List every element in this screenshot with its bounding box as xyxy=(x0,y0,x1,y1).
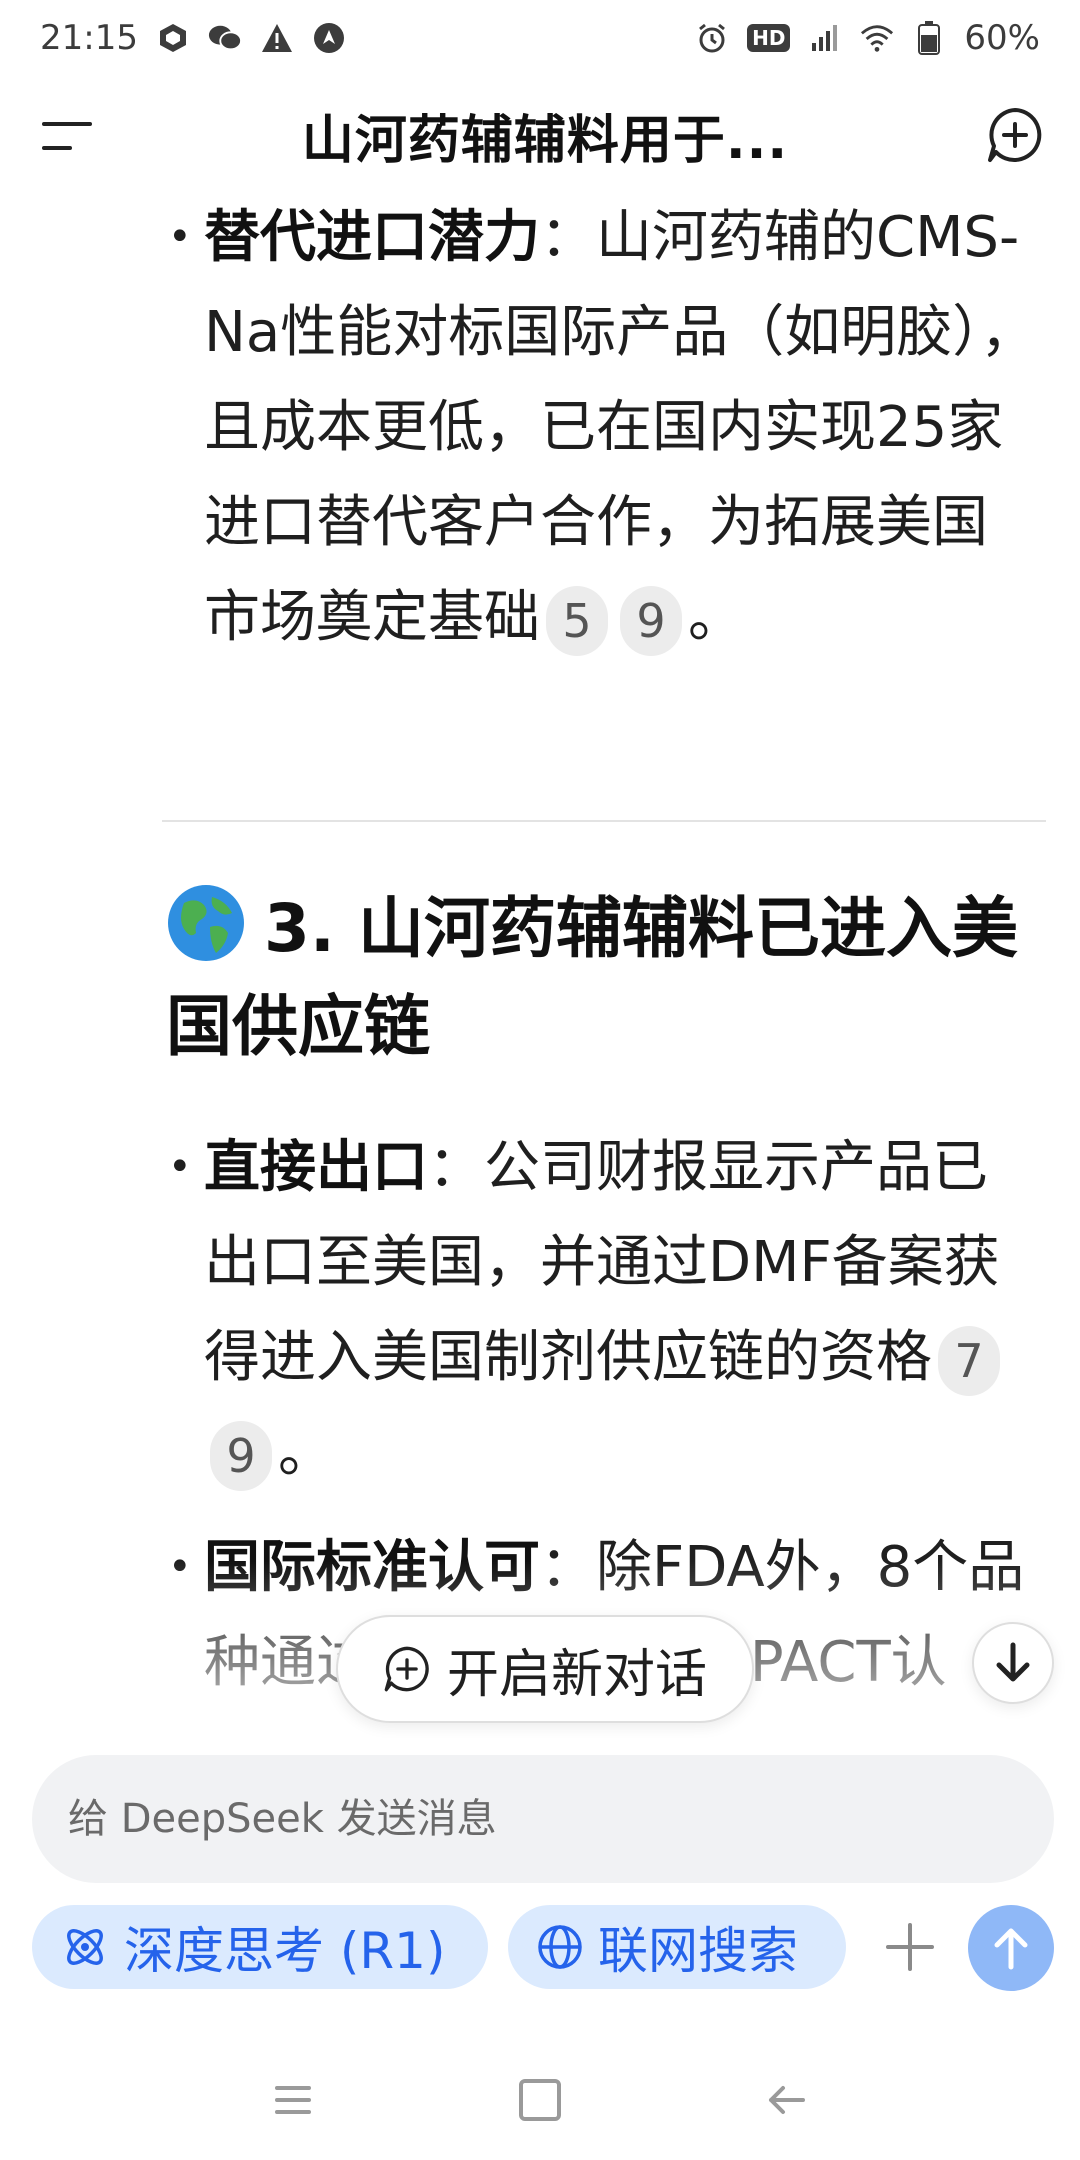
status-right: HD 60% xyxy=(695,18,1040,58)
bullet-dot: • xyxy=(168,1144,192,1190)
web-search-label: 联网搜索 xyxy=(598,1922,798,1980)
navigation-app-icon xyxy=(312,21,346,55)
battery-icon xyxy=(912,21,946,55)
citation-badge[interactable]: 7 xyxy=(938,1325,1000,1396)
app-notification-icon xyxy=(156,21,190,55)
scroll-to-bottom-button[interactable] xyxy=(972,1622,1054,1704)
section-heading: 3. 山河药辅辅料已进入美国供应链 xyxy=(166,880,1046,1076)
plus-icon xyxy=(886,1923,934,1971)
chat-content: • 替代进口潜力：山河药辅的CMS-Na性能对标国际产品（如明胶），且成本更低，… xyxy=(0,190,1080,1750)
message-input-container xyxy=(32,1755,1054,1883)
atom-icon xyxy=(67,1929,103,1965)
status-left: 21:15 xyxy=(40,18,346,58)
input-toolbar: 深度思考 (R1) 联网搜索 xyxy=(0,1905,1080,2005)
bullet-dot: • xyxy=(168,214,192,260)
list-item-text: 山河药辅的CMS-Na性能对标国际产品（如明胶），且成本更低，已在国内实现25家… xyxy=(204,205,1037,650)
new-chat-pill-button[interactable]: 开启新对话 xyxy=(336,1615,754,1723)
deep-think-toggle[interactable]: 深度思考 (R1) xyxy=(32,1905,488,1989)
new-chat-icon xyxy=(987,108,1042,162)
list-item: • 直接出口：公司财报显示产品已出口至美国，并通过DMF备案获得进入美国制剂供应… xyxy=(0,1120,1080,1500)
list-item-title: 国际标准认可 xyxy=(204,1535,540,1600)
recent-apps-icon xyxy=(275,2086,312,2114)
divider xyxy=(162,820,1046,822)
system-nav-bar xyxy=(0,2040,1080,2160)
home-icon xyxy=(518,2079,561,2121)
list-item-separator: ： xyxy=(540,205,596,270)
battery-level: 60% xyxy=(964,18,1040,58)
new-chat-button[interactable] xyxy=(980,100,1050,170)
app-header: 山河药辅辅料用于... xyxy=(0,80,1080,190)
hd-badge: HD xyxy=(747,24,791,52)
home-button[interactable] xyxy=(500,2060,580,2140)
message-input[interactable] xyxy=(68,1796,968,1842)
recent-apps-button[interactable] xyxy=(253,2060,333,2140)
list-item-separator: ： xyxy=(540,1535,596,1600)
list-item-title: 直接出口 xyxy=(204,1135,428,1200)
alarm-icon xyxy=(695,21,729,55)
new-chat-icon xyxy=(384,1646,429,1692)
deep-think-label: 深度思考 (R1) xyxy=(124,1922,446,1980)
arrow-up-icon xyxy=(994,1928,1028,1970)
signal-icon xyxy=(808,21,842,55)
list-item: • 替代进口潜力：山河药辅的CMS-Na性能对标国际产品（如明胶），且成本更低，… xyxy=(0,190,1080,665)
list-item-title: 替代进口潜力 xyxy=(204,205,540,270)
wechat-icon xyxy=(208,21,242,55)
arrow-down-icon xyxy=(996,1642,1030,1682)
globe-icon xyxy=(168,885,244,961)
citation-badge[interactable]: 5 xyxy=(546,585,608,656)
page-title: 山河药辅辅料用于... xyxy=(301,110,789,171)
warning-icon xyxy=(260,21,294,55)
send-button[interactable] xyxy=(968,1905,1054,1991)
web-search-toggle[interactable]: 联网搜索 xyxy=(508,1905,846,1989)
citation-badge[interactable]: 9 xyxy=(210,1420,272,1491)
attach-button[interactable] xyxy=(874,1911,946,1983)
menu-icon xyxy=(42,122,92,150)
back-button[interactable] xyxy=(747,2060,827,2140)
status-bar: 21:15 HD 60% xyxy=(0,0,1080,76)
list-item-separator: ： xyxy=(428,1135,484,1200)
list-item-end: 。 xyxy=(278,1420,334,1485)
wifi-icon xyxy=(860,21,894,55)
globe-outline-icon xyxy=(538,1925,582,1969)
menu-button[interactable] xyxy=(40,100,110,170)
status-time: 21:15 xyxy=(40,18,138,58)
list-item-end: 。 xyxy=(688,585,744,650)
citation-badge[interactable]: 9 xyxy=(620,585,682,656)
new-chat-label: 开启新对话 xyxy=(446,1644,707,1705)
bullet-dot: • xyxy=(168,1544,192,1590)
back-icon xyxy=(768,2086,805,2114)
section-heading-text: 3. 山河药辅辅料已进入美国供应链 xyxy=(166,890,1018,1065)
